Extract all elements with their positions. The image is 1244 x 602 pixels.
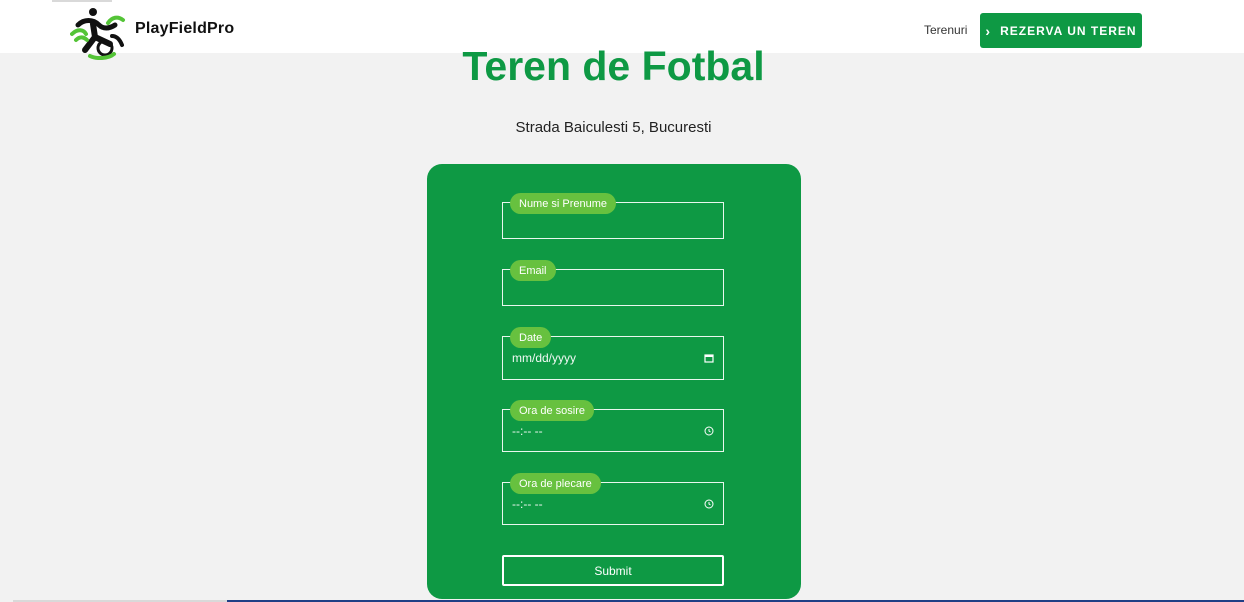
email-field[interactable]: Email: [502, 260, 724, 306]
top-accent-line: [52, 0, 112, 2]
arrival-time-label: Ora de sosire: [510, 400, 595, 421]
reservation-form: Nume si Prenume Email Date mm/dd/yyyy Or…: [427, 164, 801, 599]
departure-time-field[interactable]: Ora de plecare --:-- --: [502, 473, 724, 525]
departure-time-label: Ora de plecare: [510, 473, 601, 494]
submit-button[interactable]: Submit: [502, 555, 724, 586]
nav-link-terenuri[interactable]: Terenuri: [924, 23, 967, 37]
date-label: Date: [510, 327, 552, 348]
chevron-right-icon: ›: [985, 22, 992, 39]
field-address: Strada Baiculesti 5, Bucuresti: [515, 119, 712, 136]
email-label: Email: [510, 260, 556, 281]
full-name-label: Nume si Prenume: [510, 193, 617, 214]
full-name-field[interactable]: Nume si Prenume: [502, 193, 724, 239]
date-placeholder: mm/dd/yyyy: [512, 351, 577, 365]
arrival-time-field[interactable]: Ora de sosire --:-- --: [502, 400, 724, 452]
calendar-icon[interactable]: [704, 353, 714, 363]
clock-icon[interactable]: [704, 499, 714, 509]
arrival-time-placeholder: --:-- --: [512, 423, 543, 438]
clock-icon[interactable]: [704, 426, 714, 436]
page-title: Teren de Fotbal: [462, 43, 765, 89]
date-field[interactable]: Date mm/dd/yyyy: [502, 327, 724, 380]
departure-time-placeholder: --:-- --: [512, 496, 543, 511]
reserve-field-button-label: REZERVA UN TEREN: [1000, 23, 1137, 38]
brand-name[interactable]: PlayFieldPro: [135, 20, 234, 38]
